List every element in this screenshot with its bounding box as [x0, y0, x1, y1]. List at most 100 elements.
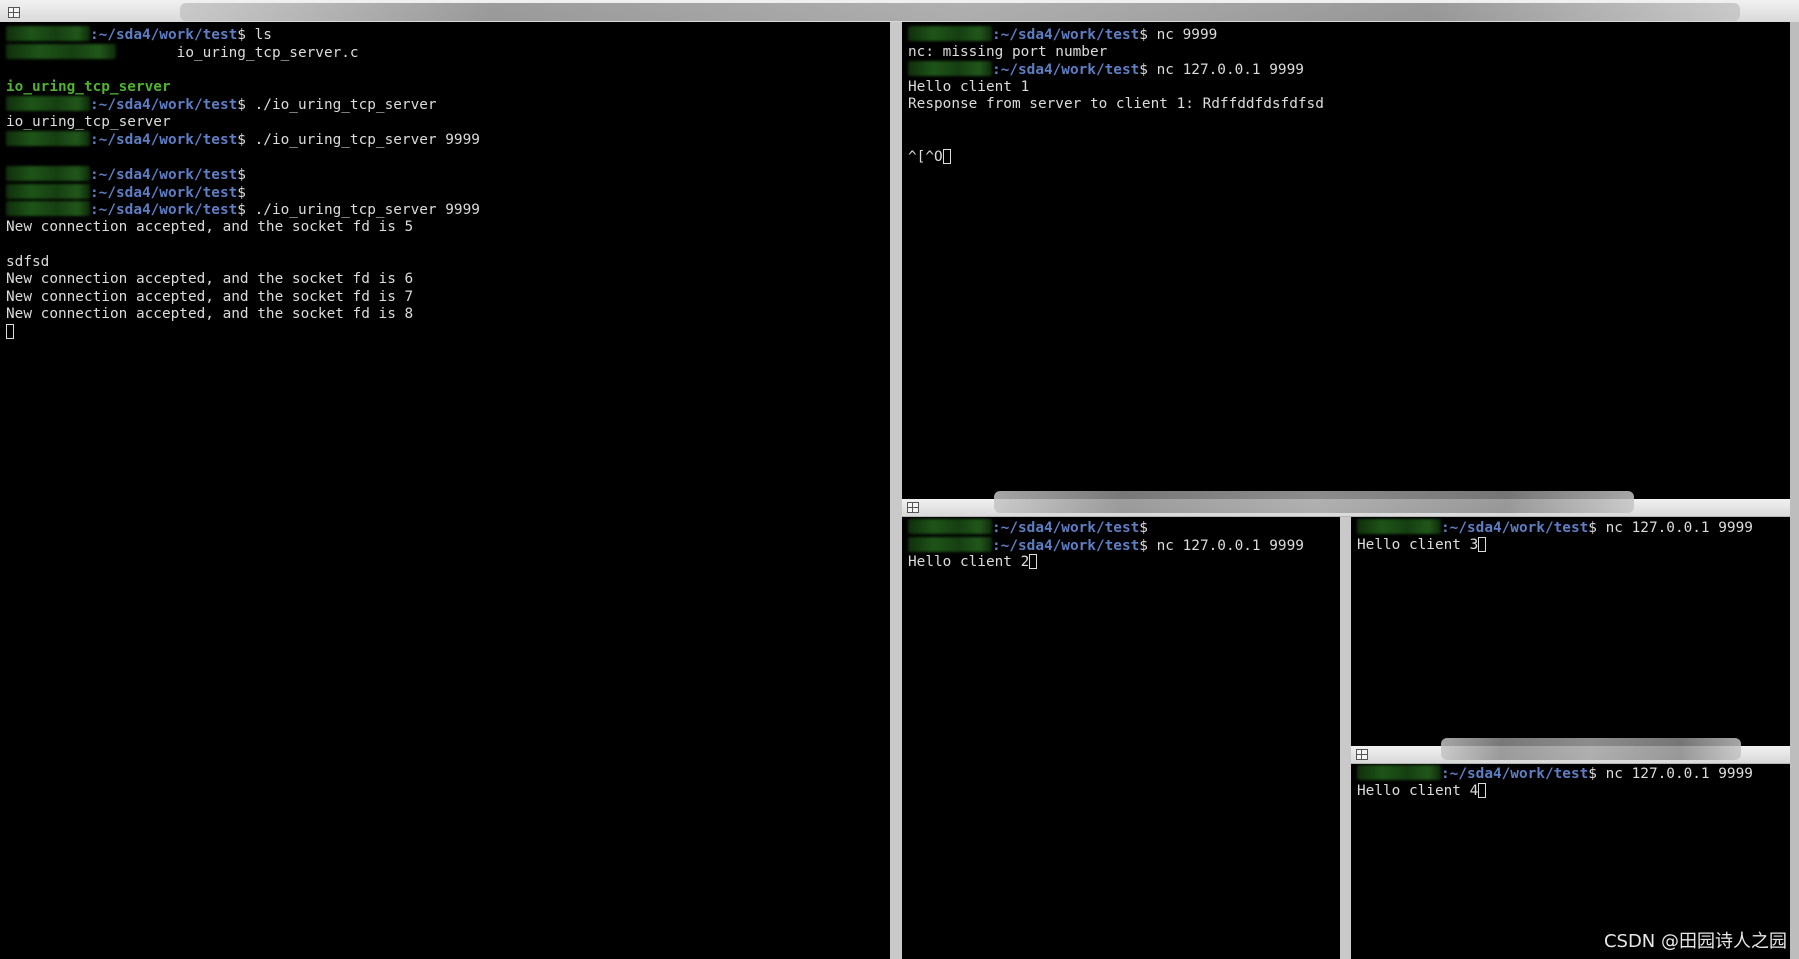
prompt-dollar: $ [237, 27, 246, 43]
window-titlebar-main[interactable] [0, 0, 1799, 23]
prompt-path: :~/sda4/work/test [1441, 520, 1589, 536]
prompt-dollar: $ [1139, 27, 1148, 43]
prompt-dollar: $ [237, 184, 246, 201]
terminal-line: New connection accepted, and the socket … [6, 289, 890, 307]
terminal-line: :~/sda4/work/test$ [6, 183, 890, 202]
command-text: nc 127.0.0.1 9999 [1147, 537, 1304, 554]
terminal-line: ^[^O [908, 148, 1790, 167]
prompt-dollar: $ [1588, 520, 1597, 536]
username-redacted [6, 26, 90, 41]
client4-menu-icon[interactable] [1356, 749, 1368, 760]
terminal-line: New connection accepted, and the socket … [6, 271, 890, 289]
prompt-dollar: $ [1588, 766, 1597, 782]
terminal-line: :~/sda4/work/test$ [6, 166, 890, 184]
terminal-line: New connection accepted, and the socket … [6, 306, 890, 324]
file-name: io_uring_tcp_server.c [176, 44, 359, 61]
executable-name: io_uring_tcp_server [6, 78, 171, 95]
terminal-line: io_uring_tcp_server [6, 114, 890, 132]
prompt-dollar: $ [237, 97, 246, 113]
prompt-dollar: $ [237, 132, 246, 148]
terminal-line: :~/sda4/work/test$ nc 127.0.0.1 9999 [908, 61, 1790, 79]
listing-redacted [6, 43, 116, 59]
output-text: New connection accepted, and the socket … [6, 288, 414, 305]
prompt-path: :~/sda4/work/test [90, 27, 238, 43]
terminal-line: io_uring_tcp_server [6, 79, 890, 97]
window-titlebar-client4[interactable] [1351, 738, 1790, 764]
terminal-pane-client1[interactable]: :~/sda4/work/test$ nc 9999 nc: missing po… [902, 22, 1790, 499]
terminal-cursor [1478, 536, 1487, 552]
output-text: New connection accepted, and the socket … [6, 306, 414, 322]
output-text: io_uring_tcp_server [6, 113, 171, 130]
output-text: sdfsd [6, 253, 50, 270]
output-text: ^[^O [908, 148, 943, 165]
prompt-path: :~/sda4/work/test [1441, 766, 1589, 782]
terminal-pane-client3[interactable]: :~/sda4/work/test$ nc 127.0.0.1 9999 Hell… [1351, 517, 1790, 746]
window-titlebar-split[interactable] [902, 491, 1790, 517]
terminal-line: :~/sda4/work/test$ nc 127.0.0.1 9999 [1357, 765, 1790, 783]
terminal-line: :~/sda4/work/test$ nc 127.0.0.1 9999 [1357, 519, 1790, 537]
username-redacted [1357, 519, 1441, 534]
prompt-path: :~/sda4/work/test [992, 62, 1140, 78]
prompt-dollar: $ [237, 202, 246, 218]
command-text: ./io_uring_tcp_server 9999 [245, 202, 480, 218]
terminal-line: :~/sda4/work/test$ ./io_uring_tcp_server… [6, 131, 890, 149]
output-text: New connection accepted, and the socket … [6, 271, 414, 287]
username-redacted [6, 183, 90, 199]
prompt-path: :~/sda4/work/test [90, 167, 238, 183]
prompt-path: :~/sda4/work/test [992, 520, 1140, 536]
terminal-cursor [6, 323, 14, 339]
output-text: nc: missing port number [908, 43, 1108, 60]
terminal-cursor [942, 148, 951, 164]
terminal-line [6, 323, 890, 342]
split-menu-icon[interactable] [907, 502, 919, 513]
username-redacted [1357, 765, 1441, 780]
username-redacted [908, 536, 992, 552]
output-text: Hello client 4 [1357, 782, 1479, 799]
terminal-line: sdfsd [6, 254, 890, 272]
output-text: New connection accepted, and the socket … [6, 218, 414, 235]
terminal-line: Response from server to client 1: Rdffdd… [908, 96, 1790, 114]
username-redacted [6, 131, 90, 146]
prompt-path: :~/sda4/work/test [90, 132, 238, 148]
command-text: ./io_uring_tcp_server 9999 [245, 132, 480, 148]
pane-divider-vertical[interactable] [890, 22, 902, 959]
client4-title-blurred [1441, 738, 1741, 760]
terminal-line: :~/sda4/work/test$ [908, 519, 1340, 537]
terminal-line: :~/sda4/work/test$ ls [6, 26, 890, 44]
terminal-pane-server[interactable]: :~/sda4/work/test$ ls io_uring_tcp_serve… [0, 22, 890, 959]
username-redacted [908, 519, 992, 534]
split-title-blurred [994, 491, 1634, 513]
terminal-line: Hello client 3 [1357, 536, 1790, 555]
username-redacted [6, 201, 90, 216]
command-text: ./io_uring_tcp_server [245, 97, 437, 113]
window-menu-icon[interactable] [8, 7, 20, 18]
command-text: nc 127.0.0.1 9999 [1596, 520, 1753, 536]
terminal-cursor [1029, 554, 1038, 569]
prompt-path: :~/sda4/work/test [992, 27, 1140, 43]
terminal-line: Hello client 2 [908, 554, 1340, 572]
command-text: nc 127.0.0.1 9999 [1596, 766, 1753, 782]
terminal-line: :~/sda4/work/test$ ./io_uring_tcp_server… [6, 201, 890, 219]
output-text: Response from server to client 1: Rdffdd… [908, 96, 1324, 112]
terminal-line: nc: missing port number [908, 44, 1790, 62]
terminal-cursor [1478, 782, 1487, 798]
pane-divider-vertical-2[interactable] [1340, 517, 1351, 959]
terminal-line: :~/sda4/work/test$ ./io_uring_tcp_server [6, 96, 890, 114]
prompt-path: :~/sda4/work/test [992, 537, 1140, 554]
prompt-dollar: $ [1139, 537, 1148, 554]
command-text: nc 9999 [1147, 27, 1218, 43]
prompt-path: :~/sda4/work/test [90, 97, 238, 113]
prompt-dollar: $ [1139, 520, 1148, 536]
watermark: CSDN @田园诗人之园 [1603, 931, 1787, 952]
username-redacted [908, 61, 992, 76]
terminal-line: :~/sda4/work/test$ nc 127.0.0.1 9999 [908, 536, 1340, 555]
username-redacted [908, 26, 992, 41]
terminal-pane-client2[interactable]: :~/sda4/work/test$:~/sda4/work/test$ nc … [902, 517, 1340, 959]
prompt-dollar: $ [237, 167, 246, 183]
